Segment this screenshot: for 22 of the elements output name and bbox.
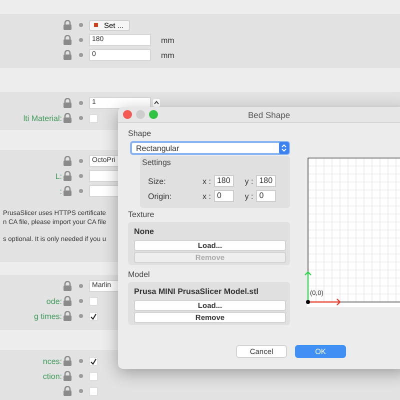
group-label: Settings (142, 158, 172, 167)
section-label: Shape (128, 129, 152, 139)
file-name: Prusa MINI PrusaSlicer Model.stl (134, 287, 260, 296)
setting-label: lti Material: (23, 114, 62, 122)
axis-label: x : (202, 192, 211, 200)
section-label: Texture (128, 210, 156, 220)
setting-label: : (60, 186, 62, 196)
axis-label: x : (202, 176, 211, 186)
setting-label: L: (55, 172, 62, 180)
setting-label: nces: (42, 356, 62, 366)
unit-label: mm (161, 50, 174, 60)
window-title: Bed Shape (248, 110, 290, 120)
axis-label: y : (244, 192, 254, 200)
section-label: Model (128, 270, 151, 280)
setting-label: ction: (42, 372, 62, 380)
field-label: Origin: (148, 192, 173, 200)
field-label: Size: (148, 176, 167, 186)
axis-label: y : (244, 176, 254, 186)
setting-label: g times: (34, 312, 62, 320)
setting-label: ode: (46, 296, 62, 306)
file-name: None (134, 227, 155, 236)
unit-label: mm (161, 36, 174, 44)
